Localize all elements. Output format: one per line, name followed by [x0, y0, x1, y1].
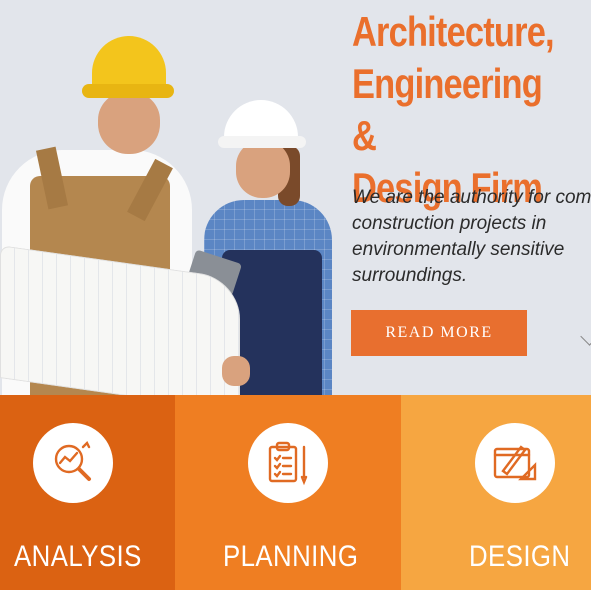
blueprint-pencil-ruler-icon — [493, 445, 537, 481]
analysis-magnifier-chart-icon — [54, 440, 91, 481]
hero-section: Architecture, Engineering & Design Firm … — [0, 0, 591, 395]
hero-description: We are the authority for com constructio… — [352, 187, 591, 286]
service-label: ANALYSIS — [14, 540, 142, 573]
service-label: PLANNING — [223, 540, 359, 573]
services-strip: ANALYSIS PLANNING DESIGN — [0, 395, 591, 590]
design-icon-circle — [475, 423, 555, 503]
chevron-right-icon[interactable] — [580, 327, 591, 346]
planning-icon-circle — [248, 423, 328, 503]
read-more-button[interactable]: READ MORE — [351, 310, 527, 356]
worker2-head — [236, 140, 290, 198]
analysis-icon-circle — [33, 423, 113, 503]
service-analysis[interactable]: ANALYSIS — [0, 395, 175, 590]
service-label: DESIGN — [469, 540, 571, 573]
clipboard-checklist-icon — [268, 441, 308, 486]
hero-title: Architecture, Engineering & Design Firm — [352, 8, 555, 211]
service-planning[interactable]: PLANNING — [175, 395, 401, 590]
workers-photo — [0, 0, 345, 395]
worker-head — [98, 92, 160, 154]
service-design[interactable]: DESIGN — [401, 395, 591, 590]
